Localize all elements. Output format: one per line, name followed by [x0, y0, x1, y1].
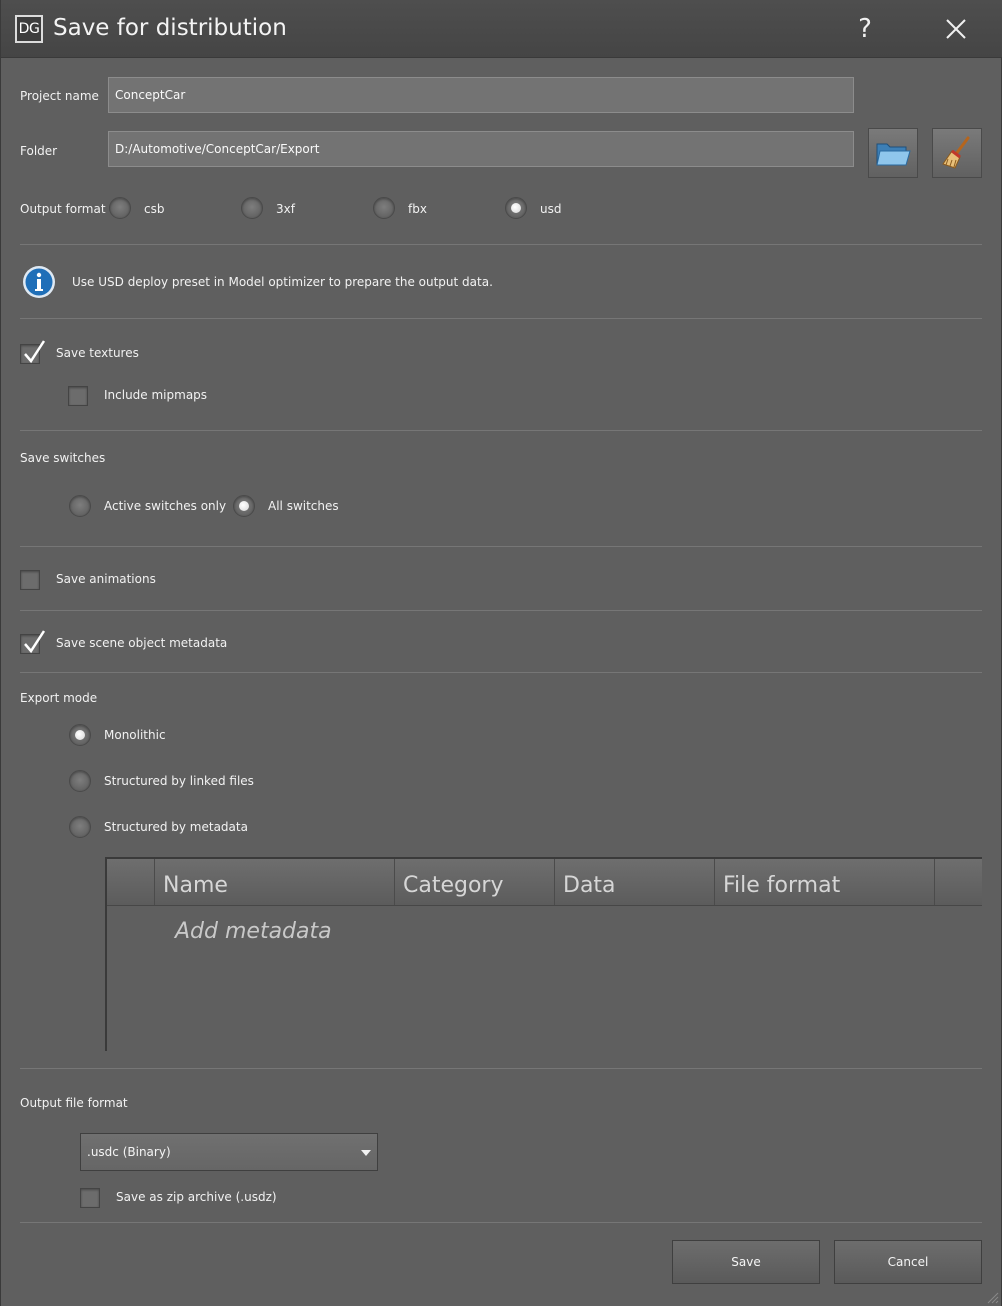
- save-textures-checkbox[interactable]: [20, 340, 46, 364]
- divider: [20, 1068, 982, 1069]
- zip-archive-label: Save as zip archive (.usdz): [116, 1190, 277, 1204]
- format-label-fbx: fbx: [408, 202, 427, 216]
- format-label-3xf: 3xf: [276, 202, 295, 216]
- column-header-data[interactable]: Data: [555, 859, 715, 905]
- folder-label: Folder: [20, 144, 58, 158]
- project-name-input[interactable]: ConceptCar: [108, 77, 854, 113]
- project-name-label: Project name: [20, 89, 99, 103]
- format-radio-3xf[interactable]: [241, 197, 263, 219]
- save-metadata-checkbox[interactable]: [20, 630, 46, 654]
- divider: [20, 244, 982, 245]
- save-animations-label: Save animations: [56, 572, 156, 586]
- export-radio-linked-files[interactable]: [69, 770, 91, 792]
- browse-folder-button[interactable]: [868, 128, 918, 178]
- export-label-linked-files: Structured by linked files: [104, 774, 254, 788]
- export-mode-label: Export mode: [20, 691, 98, 705]
- cancel-button[interactable]: Cancel: [834, 1240, 982, 1284]
- divider: [20, 1222, 982, 1223]
- resize-grip-icon[interactable]: [985, 1290, 999, 1304]
- export-radio-metadata[interactable]: [69, 816, 91, 838]
- switches-radio-active-only[interactable]: [69, 495, 91, 517]
- format-radio-csb[interactable]: [109, 197, 131, 219]
- checkmark-icon: [24, 630, 46, 654]
- output-file-format-label: Output file format: [20, 1096, 128, 1110]
- divider: [20, 430, 982, 431]
- table-header: Name Category Data File format: [107, 859, 982, 906]
- app-logo-icon: DG: [15, 15, 43, 43]
- output-format-label: Output format: [20, 202, 106, 216]
- switches-radio-all[interactable]: [233, 495, 255, 517]
- save-textures-label: Save textures: [56, 346, 139, 360]
- dialog-title: Save for distribution: [53, 15, 287, 41]
- export-label-metadata: Structured by metadata: [104, 820, 248, 834]
- include-mipmaps-label: Include mipmaps: [104, 388, 208, 402]
- folder-open-icon: [876, 143, 911, 166]
- info-icon: [23, 266, 55, 298]
- column-header-name[interactable]: Name: [155, 859, 395, 905]
- export-radio-monolithic[interactable]: [69, 724, 91, 746]
- output-file-format-value: .usdc (Binary): [87, 1145, 171, 1159]
- save-for-distribution-dialog: DG Save for distribution ? Project name …: [0, 0, 1002, 1306]
- close-icon: [946, 19, 966, 39]
- checkmark-icon: [24, 340, 46, 364]
- divider: [20, 672, 982, 673]
- column-header-file-format[interactable]: File format: [715, 859, 935, 905]
- include-mipmaps-checkbox[interactable]: [68, 386, 88, 406]
- zip-archive-checkbox[interactable]: [80, 1188, 100, 1208]
- output-file-format-select[interactable]: .usdc (Binary): [80, 1133, 378, 1171]
- divider: [20, 546, 982, 547]
- save-switches-label: Save switches: [20, 451, 106, 465]
- format-label-usd: usd: [540, 202, 562, 216]
- close-button[interactable]: [939, 12, 973, 46]
- table-header-spacer: [107, 859, 155, 905]
- divider: [20, 610, 982, 611]
- add-metadata-placeholder[interactable]: Add metadata: [175, 919, 332, 944]
- format-label-csb: csb: [144, 202, 165, 216]
- format-radio-usd[interactable]: [505, 197, 527, 219]
- folder-input[interactable]: D:/Automotive/ConceptCar/Export: [108, 131, 854, 167]
- save-metadata-label: Save scene object metadata: [56, 636, 228, 650]
- chevron-down-icon: [361, 1150, 371, 1156]
- metadata-table[interactable]: Name Category Data File format Add metad…: [105, 857, 982, 1051]
- help-button[interactable]: ?: [853, 12, 877, 46]
- divider: [20, 318, 982, 319]
- save-button[interactable]: Save: [672, 1240, 820, 1284]
- save-animations-checkbox[interactable]: [20, 570, 40, 590]
- column-header-category[interactable]: Category: [395, 859, 555, 905]
- export-label-monolithic: Monolithic: [104, 728, 166, 742]
- switches-label-active-only: Active switches only: [104, 499, 227, 513]
- clear-folder-button[interactable]: [932, 128, 982, 178]
- broom-icon: [942, 136, 970, 169]
- format-radio-fbx[interactable]: [373, 197, 395, 219]
- info-message: Use USD deploy preset in Model optimizer…: [72, 275, 493, 289]
- switches-label-all: All switches: [268, 499, 339, 513]
- title-bar[interactable]: DG Save for distribution ?: [1, 0, 1002, 58]
